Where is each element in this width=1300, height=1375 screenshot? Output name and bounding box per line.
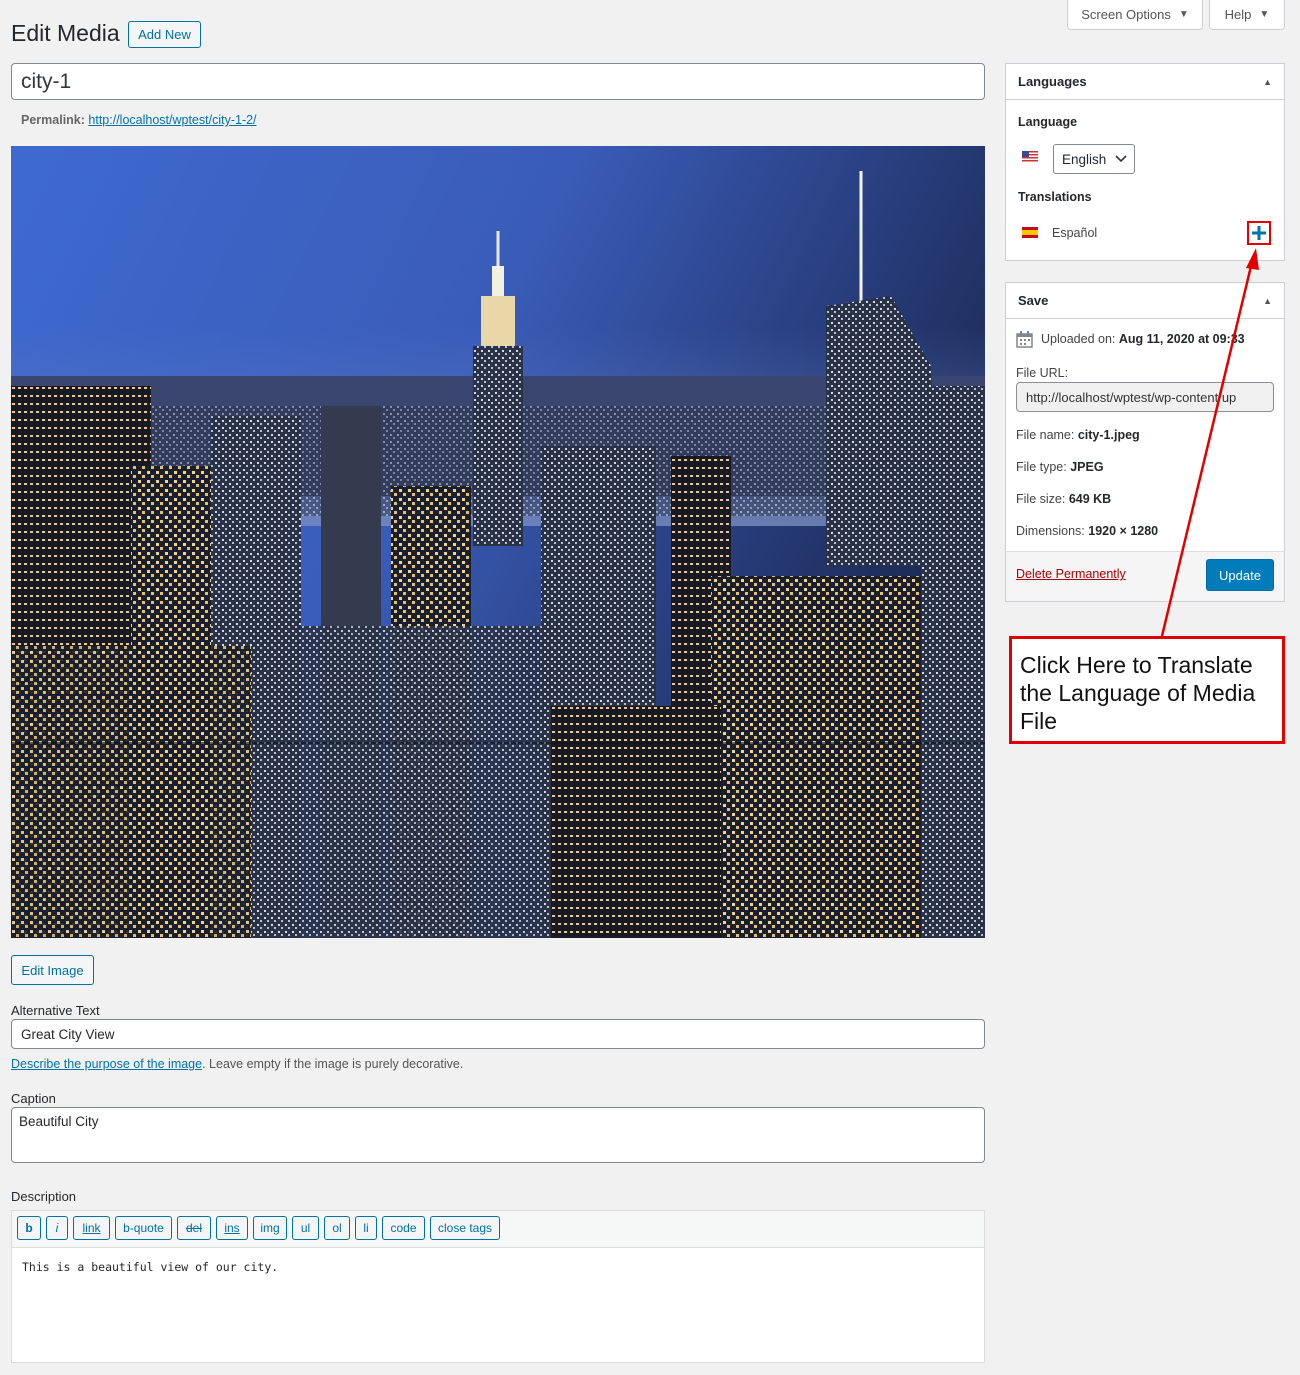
file-url-input[interactable]: http://localhost/wptest/wp-content/up <box>1016 382 1274 412</box>
edit-image-button[interactable]: Edit Image <box>11 955 94 985</box>
help-label: Help <box>1224 7 1252 22</box>
uploaded-on: Uploaded on: Aug 11, 2020 at 09:33 <box>1041 332 1245 346</box>
description-label: Description <box>11 1189 77 1204</box>
plus-icon <box>1252 226 1266 240</box>
qt-del-button[interactable]: del <box>177 1216 211 1240</box>
qt-bold-button[interactable]: b <box>17 1216 41 1240</box>
help-button[interactable]: Help ▼ <box>1209 0 1285 30</box>
triangle-up-icon[interactable]: ▲ <box>1263 296 1272 306</box>
dimensions: Dimensions: 1920 × 1280 <box>1016 524 1158 538</box>
dimensions-label: Dimensions: <box>1016 524 1085 538</box>
us-flag-icon <box>1022 151 1038 162</box>
description-textarea[interactable]: This is a beautiful view of our city. <box>11 1247 985 1363</box>
languages-box-title: Languages <box>1018 74 1087 89</box>
qt-code-button[interactable]: code <box>382 1216 425 1240</box>
qt-bquote-button[interactable]: b-quote <box>115 1216 172 1240</box>
file-type-value: JPEG <box>1070 460 1104 474</box>
file-name-value: city-1.jpeg <box>1077 428 1140 442</box>
alt-text-input[interactable]: Great City View <box>11 1019 985 1049</box>
update-button[interactable]: Update <box>1206 559 1274 591</box>
city-skyline-image <box>11 146 985 938</box>
chevron-down-icon <box>1115 155 1127 163</box>
qt-li-button[interactable]: li <box>355 1216 377 1240</box>
uploaded-on-label: Uploaded on: <box>1041 332 1116 346</box>
file-size: File size: 649 KB <box>1016 492 1111 506</box>
qt-ul-button[interactable]: ul <box>292 1216 319 1240</box>
language-label: Language <box>1018 115 1078 129</box>
alt-text-help-link[interactable]: Describe the purpose of the image <box>11 1057 202 1071</box>
screen-options-button[interactable]: Screen Options ▼ <box>1067 0 1203 30</box>
triangle-up-icon[interactable]: ▲ <box>1263 77 1272 87</box>
caption-label: Caption <box>11 1091 56 1106</box>
caption-textarea[interactable]: Beautiful City <box>11 1107 985 1163</box>
save-box-header[interactable]: Save ▲ <box>1006 283 1284 319</box>
title-input[interactable]: city-1 <box>11 63 985 100</box>
language-select-value: English <box>1062 151 1107 167</box>
uploaded-on-value: Aug 11, 2020 at 09:33 <box>1118 332 1245 346</box>
add-new-button[interactable]: Add New <box>128 21 201 48</box>
annotation-callout: Click Here to Translate the Language of … <box>1009 636 1285 744</box>
alt-text-help-text: . Leave empty if the image is purely dec… <box>202 1057 464 1071</box>
chevron-down-icon: ▼ <box>1259 9 1270 20</box>
es-flag-icon <box>1022 227 1038 238</box>
media-image <box>11 146 985 938</box>
qt-italic-button[interactable]: i <box>46 1216 68 1240</box>
file-size-label: File size: <box>1016 492 1066 506</box>
qt-close-tags-button[interactable]: close tags <box>430 1216 500 1240</box>
screen-options-label: Screen Options <box>1081 7 1171 22</box>
qt-ol-button[interactable]: ol <box>324 1216 350 1240</box>
add-translation-button[interactable] <box>1247 221 1271 245</box>
delete-permanently-link[interactable]: Delete Permanently <box>1016 567 1126 581</box>
translation-language-name: Español <box>1052 226 1098 240</box>
file-url-label: File URL: <box>1016 366 1069 380</box>
file-type-label: File type: <box>1016 460 1067 474</box>
permalink-link[interactable]: http://localhost/wptest/city-1-2/ <box>88 113 256 127</box>
file-name: File name: city-1.jpeg <box>1016 428 1140 442</box>
alt-text-label: Alternative Text <box>11 1003 100 1018</box>
permalink-label: Permalink: <box>21 113 85 127</box>
languages-box-header[interactable]: Languages ▲ <box>1006 64 1284 100</box>
permalink-row: Permalink: http://localhost/wptest/city-… <box>21 113 257 127</box>
qt-img-button[interactable]: img <box>253 1216 287 1240</box>
quicktags-buttons: b i link b-quote del ins img ul ol li co… <box>17 1216 500 1240</box>
save-box-title: Save <box>1018 293 1049 308</box>
file-size-value: 649 KB <box>1068 492 1112 506</box>
translations-label: Translations <box>1018 190 1092 204</box>
chevron-down-icon: ▼ <box>1178 9 1189 20</box>
alt-text-help: Describe the purpose of the image. Leave… <box>11 1057 463 1071</box>
file-name-label: File name: <box>1016 428 1075 442</box>
calendar-icon <box>1016 331 1033 348</box>
qt-ins-button[interactable]: ins <box>216 1216 248 1240</box>
page-title: Edit Media <box>11 20 120 46</box>
qt-link-button[interactable]: link <box>73 1216 110 1240</box>
dimensions-value: 1920 × 1280 <box>1088 524 1159 538</box>
language-select[interactable]: English <box>1053 144 1135 174</box>
languages-box: Languages ▲ <box>1005 63 1285 261</box>
file-type: File type: JPEG <box>1016 460 1104 474</box>
